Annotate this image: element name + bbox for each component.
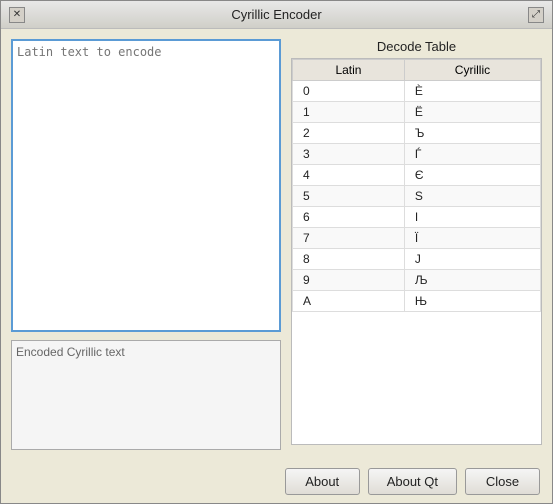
table-row: 4Є	[293, 165, 541, 186]
window-title: Cyrillic Encoder	[231, 7, 321, 22]
close-dialog-button[interactable]: Close	[465, 468, 540, 495]
title-bar: ✕ Cyrillic Encoder ⤢	[1, 1, 552, 29]
about-qt-button[interactable]: About Qt	[368, 468, 457, 495]
cell-cyrillic: Ј	[404, 249, 540, 270]
table-row: 3Ѓ	[293, 144, 541, 165]
main-window: ✕ Cyrillic Encoder ⤢ Encoded Cyrillic te…	[0, 0, 553, 504]
cell-cyrillic: Ѓ	[404, 144, 540, 165]
col-latin-header: Latin	[293, 60, 405, 81]
header-row: Latin Cyrillic	[293, 60, 541, 81]
table-row: 5Ѕ	[293, 186, 541, 207]
decode-table: Latin Cyrillic 0È1Ë2Ъ3Ѓ4Є5Ѕ6І7Ї8Ј9ЉAЊ	[292, 59, 541, 312]
cell-latin: 3	[293, 144, 405, 165]
cell-latin: 9	[293, 270, 405, 291]
cell-cyrillic: Њ	[404, 291, 540, 312]
table-row: 2Ъ	[293, 123, 541, 144]
cell-cyrillic: І	[404, 207, 540, 228]
table-row: AЊ	[293, 291, 541, 312]
about-button[interactable]: About	[285, 468, 360, 495]
maximize-icon: ⤢	[532, 9, 540, 20]
cell-latin: 8	[293, 249, 405, 270]
table-row: 8Ј	[293, 249, 541, 270]
table-header: Latin Cyrillic	[293, 60, 541, 81]
table-row: 6І	[293, 207, 541, 228]
close-button[interactable]: ✕	[9, 7, 25, 23]
table-row: 1Ë	[293, 102, 541, 123]
content-area: Encoded Cyrillic text Decode Table Latin…	[1, 29, 552, 460]
left-panel: Encoded Cyrillic text	[11, 39, 281, 450]
cell-latin: 0	[293, 81, 405, 102]
table-row: 9Љ	[293, 270, 541, 291]
footer: About About Qt Close	[1, 460, 552, 503]
cell-latin: 5	[293, 186, 405, 207]
col-cyrillic-header: Cyrillic	[404, 60, 540, 81]
cell-latin: A	[293, 291, 405, 312]
maximize-button[interactable]: ⤢	[528, 7, 544, 23]
decode-table-title: Decode Table	[291, 39, 542, 54]
cell-cyrillic: Љ	[404, 270, 540, 291]
cell-cyrillic: Ъ	[404, 123, 540, 144]
cell-cyrillic: Є	[404, 165, 540, 186]
output-placeholder: Encoded Cyrillic text	[16, 345, 125, 359]
title-bar-left-controls: ✕	[9, 7, 25, 23]
cell-cyrillic: Ѕ	[404, 186, 540, 207]
title-bar-right-controls: ⤢	[528, 7, 544, 23]
decode-table-container: Decode Table Latin Cyrillic 0È1Ë2Ъ3Ѓ4Є5Ѕ…	[291, 39, 542, 450]
cell-latin: 6	[293, 207, 405, 228]
cell-latin: 7	[293, 228, 405, 249]
table-wrapper[interactable]: Latin Cyrillic 0È1Ë2Ъ3Ѓ4Є5Ѕ6І7Ї8Ј9ЉAЊ	[291, 58, 542, 445]
cell-cyrillic: Ë	[404, 102, 540, 123]
close-icon: ✕	[13, 9, 21, 20]
cell-latin: 4	[293, 165, 405, 186]
latin-input[interactable]	[11, 39, 281, 332]
cell-cyrillic: È	[404, 81, 540, 102]
table-row: 7Ї	[293, 228, 541, 249]
cell-latin: 1	[293, 102, 405, 123]
cell-latin: 2	[293, 123, 405, 144]
table-row: 0È	[293, 81, 541, 102]
table-body: 0È1Ë2Ъ3Ѓ4Є5Ѕ6І7Ї8Ј9ЉAЊ	[293, 81, 541, 312]
right-panel: Decode Table Latin Cyrillic 0È1Ë2Ъ3Ѓ4Є5Ѕ…	[291, 39, 542, 450]
cyrillic-output: Encoded Cyrillic text	[11, 340, 281, 450]
cell-cyrillic: Ї	[404, 228, 540, 249]
